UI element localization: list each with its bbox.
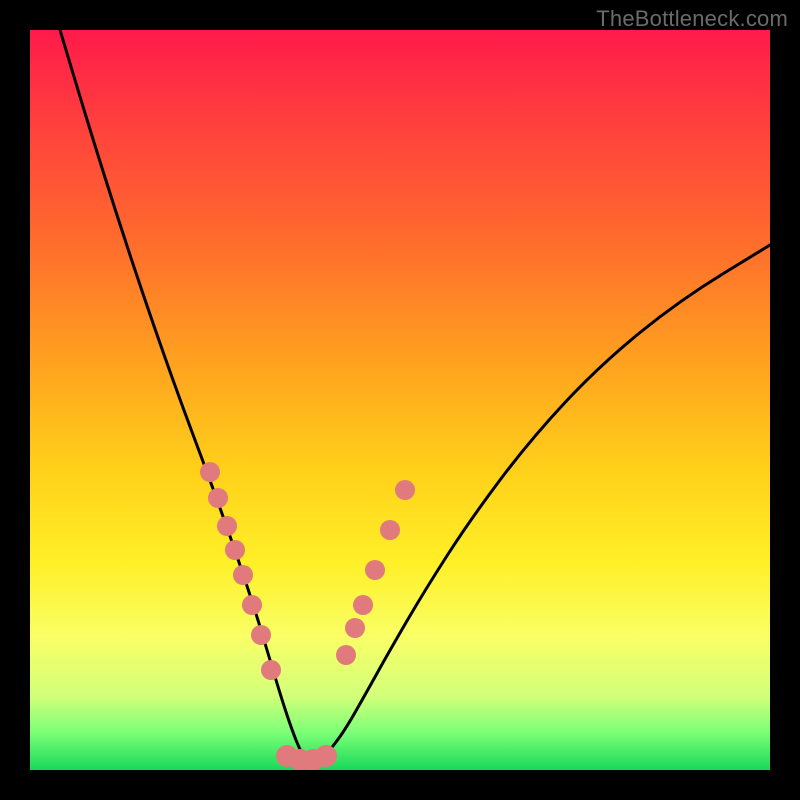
data-point [217,516,237,536]
data-point [233,565,253,585]
data-point [365,560,385,580]
watermark-text: TheBottleneck.com [596,6,788,32]
data-point [336,645,356,665]
chart-svg [30,30,770,770]
data-point [208,488,228,508]
data-point [395,480,415,500]
plot-area [30,30,770,770]
data-point [353,595,373,615]
data-point [261,660,281,680]
data-point [380,520,400,540]
data-point [315,745,337,767]
marker-layer [200,462,415,770]
data-point [345,618,365,638]
bottleneck-curve [60,30,770,765]
data-point [225,540,245,560]
data-point [242,595,262,615]
data-point [251,625,271,645]
data-point [200,462,220,482]
